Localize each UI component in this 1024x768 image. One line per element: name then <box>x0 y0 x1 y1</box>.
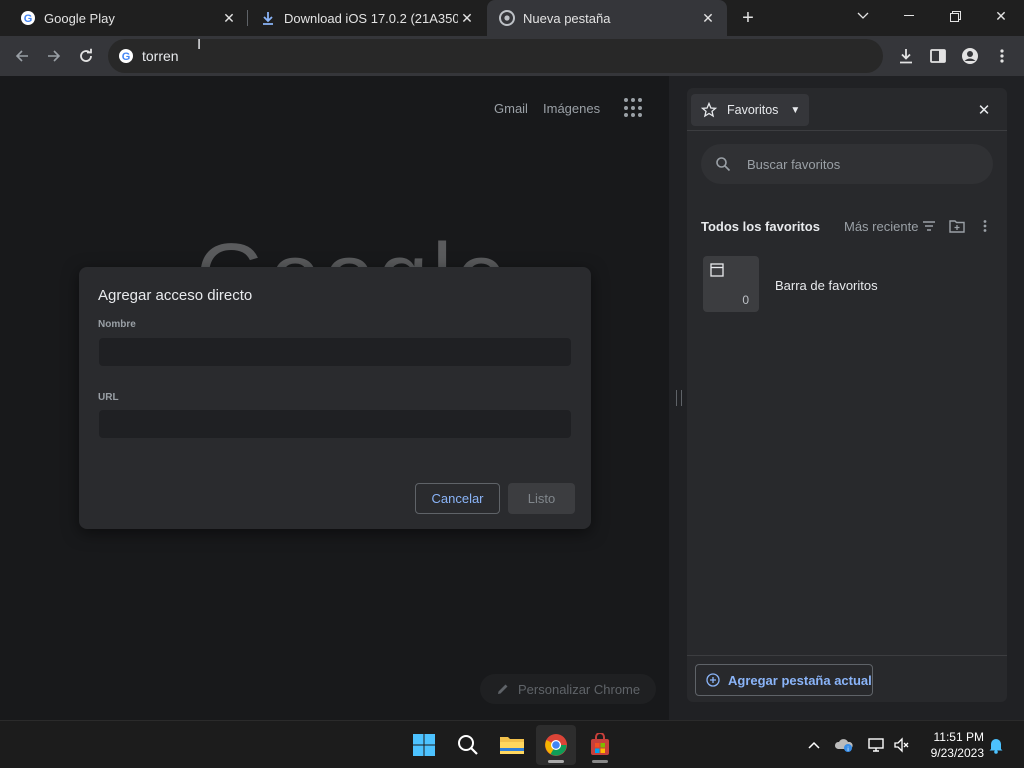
volume-muted-icon[interactable] <box>892 735 912 755</box>
close-window-button[interactable]: ✕ <box>978 0 1024 32</box>
notification-bell-icon[interactable] <box>986 735 1006 755</box>
panel-selector-label: Favoritos <box>727 103 779 117</box>
svg-text:i: i <box>847 747 848 753</box>
download-icon <box>260 10 276 26</box>
chrome-icon <box>499 10 515 26</box>
name-field[interactable] <box>99 338 571 366</box>
tab-strip: G Google Play ✕ Download iOS 17.0.2 (21A… <box>0 0 1024 36</box>
microsoft-store-icon[interactable] <box>580 725 620 765</box>
pencil-icon <box>498 684 508 694</box>
star-icon <box>701 102 717 118</box>
dialog-title: Agregar acceso directo <box>98 287 253 304</box>
file-explorer-icon[interactable] <box>492 725 532 765</box>
tab-google-play[interactable]: G Google Play ✕ <box>0 0 248 36</box>
search-placeholder: Buscar favoritos <box>747 156 841 172</box>
close-panel-icon[interactable]: ✕ <box>973 99 995 121</box>
menu-kebab-icon[interactable] <box>988 42 1016 70</box>
text-cursor-icon: I <box>197 36 202 53</box>
clock-date: 9/23/2023 <box>930 746 984 760</box>
customize-chrome-button[interactable]: Personalizar Chrome <box>480 674 657 704</box>
close-tab-icon[interactable]: ✕ <box>220 9 238 27</box>
new-folder-icon[interactable] <box>949 218 965 234</box>
address-bar[interactable]: G torren <box>108 39 883 73</box>
google-g-icon: G <box>118 48 134 64</box>
profile-icon[interactable] <box>956 42 984 70</box>
sort-dropdown[interactable]: Más reciente <box>844 219 918 234</box>
close-tab-icon[interactable]: ✕ <box>458 9 476 27</box>
svg-text:G: G <box>122 51 131 63</box>
sort-filter-icon[interactable] <box>921 218 937 234</box>
tab-title: Nueva pestaña <box>523 10 611 26</box>
tab-download-ios[interactable]: Download iOS 17.0.2 (21A350) fo ✕ <box>248 0 486 36</box>
name-label: Nombre <box>98 319 136 330</box>
folder-count: 0 <box>742 293 749 307</box>
google-logo: Google <box>196 226 510 268</box>
windows-taskbar: i 11:51 PM 9/23/2023 <box>0 720 1024 768</box>
more-options-icon[interactable] <box>977 218 993 234</box>
section-title: Todos los favoritos <box>701 218 820 234</box>
svg-text:G: G <box>24 13 33 25</box>
url-field[interactable] <box>99 410 571 438</box>
done-button[interactable]: Listo <box>508 483 575 514</box>
images-link[interactable]: Imágenes <box>543 101 600 116</box>
customize-label: Personalizar Chrome <box>518 681 641 697</box>
address-text: torren <box>142 48 179 64</box>
google-apps-icon[interactable] <box>624 98 644 118</box>
tab-title: Google Play <box>44 10 115 26</box>
add-circle-icon <box>706 673 720 687</box>
reload-button[interactable] <box>72 42 100 70</box>
google-g-icon: G <box>20 10 36 26</box>
browser-toolbar: G torren <box>0 36 1024 76</box>
system-clock[interactable]: 11:51 PM 9/23/2023 <box>914 729 984 761</box>
add-shortcut-dialog: Agregar acceso directo Nombre URL Cancel… <box>79 267 591 529</box>
forward-button[interactable] <box>40 42 68 70</box>
divider <box>687 130 1007 131</box>
gmail-link[interactable]: Gmail <box>494 101 528 116</box>
search-icon[interactable] <box>448 725 488 765</box>
folder-name[interactable]: Barra de favoritos <box>775 278 878 293</box>
running-indicator <box>548 760 564 763</box>
bookmark-bar-folder-icon <box>710 263 724 277</box>
section-header-row: Todos los favoritos Más reciente <box>701 216 1001 236</box>
folder-tile[interactable]: 0 <box>703 256 759 312</box>
search-icon <box>716 157 731 172</box>
add-current-tab-button[interactable]: Agregar pestaña actual <box>695 664 873 696</box>
onedrive-icon[interactable]: i <box>834 735 854 755</box>
running-indicator <box>592 760 608 763</box>
resize-handle[interactable] <box>676 390 682 406</box>
add-current-tab-label: Agregar pestaña actual <box>728 672 872 688</box>
restore-button[interactable] <box>932 0 978 32</box>
network-icon[interactable] <box>866 735 886 755</box>
side-panel-icon[interactable] <box>924 42 952 70</box>
show-hidden-icons-chevron-icon[interactable] <box>804 735 824 755</box>
chrome-taskbar-icon[interactable] <box>536 725 576 765</box>
caret-down-icon: ▼ <box>790 104 801 116</box>
tab-search-icon[interactable] <box>840 0 886 32</box>
downloads-icon[interactable] <box>892 42 920 70</box>
divider <box>687 655 1007 656</box>
windows-start-icon[interactable] <box>404 725 444 765</box>
tab-title: Download iOS 17.0.2 (21A350) fo <box>284 10 458 26</box>
bookmarks-search-input[interactable]: Buscar favoritos <box>701 144 993 184</box>
back-button[interactable] <box>8 42 36 70</box>
tab-nueva-pestana[interactable]: Nueva pestaña ✕ <box>487 0 727 36</box>
close-tab-icon[interactable]: ✕ <box>699 9 717 27</box>
bookmarks-side-panel: Favoritos ▼ ✕ Buscar favoritos Todos los… <box>687 88 1007 702</box>
cancel-button[interactable]: Cancelar <box>415 483 500 514</box>
minimize-button[interactable] <box>886 0 932 32</box>
clock-time: 11:51 PM <box>933 730 984 744</box>
new-tab-button[interactable]: + <box>736 4 760 32</box>
panel-selector-dropdown[interactable]: Favoritos ▼ <box>691 94 809 126</box>
url-label: URL <box>98 392 119 403</box>
